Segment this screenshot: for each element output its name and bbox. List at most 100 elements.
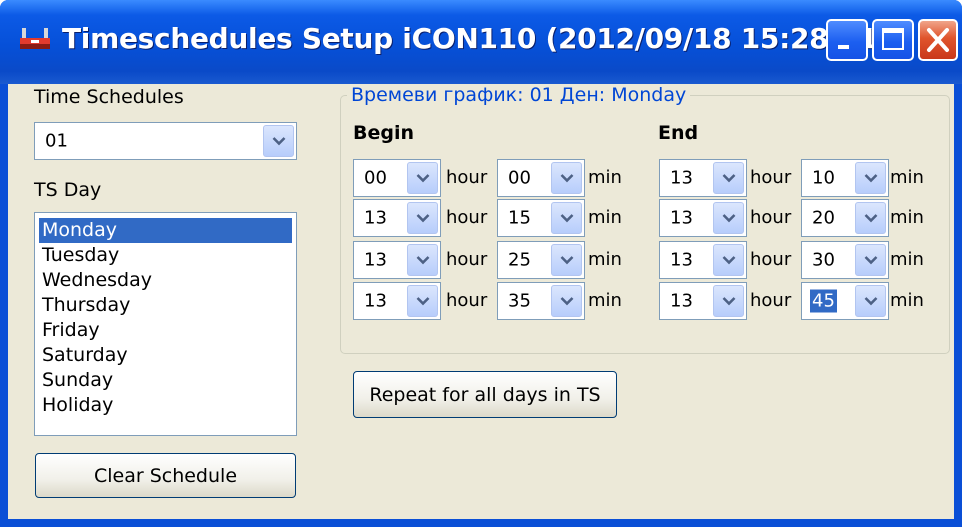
chevron-down-icon [560, 174, 573, 183]
schedule-group-title: Времеви график: 01 Ден: Monday [347, 84, 691, 106]
row2-end-min-dropdown-button[interactable] [855, 202, 886, 234]
row1-begin-min-unit-label: min [588, 167, 622, 188]
row3-begin-min-value: 25 [508, 249, 531, 271]
chevron-down-icon [416, 214, 429, 223]
title-bar[interactable]: Timeschedules Setup iCON110 (2012/09/18 … [0, 0, 962, 84]
row3-begin-min-unit-label: min [588, 249, 622, 270]
row4-begin-min-dropdown-button[interactable] [551, 285, 582, 317]
close-icon [927, 28, 949, 52]
chevron-down-icon [864, 174, 877, 183]
begin-heading: Begin [353, 122, 415, 144]
row3-end-hour-value: 13 [670, 249, 693, 271]
row4-end-min-select[interactable]: 45 [801, 282, 889, 320]
window-title: Timeschedules Setup iCON110 (2012/09/18 … [62, 22, 891, 55]
row2-begin-hour-dropdown-button[interactable] [407, 202, 438, 234]
row4-begin-hour-value: 13 [364, 290, 387, 312]
row4-begin-hour-dropdown-button[interactable] [407, 285, 438, 317]
maximize-icon [882, 28, 904, 50]
chevron-down-icon [722, 214, 735, 223]
chevron-down-icon [722, 256, 735, 265]
row3-begin-min-select[interactable]: 25 [497, 241, 585, 279]
minimize-button[interactable] [826, 19, 868, 61]
ts-day-label: TS Day [34, 179, 102, 201]
close-button[interactable] [918, 19, 958, 61]
chevron-down-icon [864, 297, 877, 306]
row1-end-hour-dropdown-button[interactable] [713, 162, 744, 194]
day-item-saturday[interactable]: Saturday [39, 343, 292, 368]
row2-end-min-unit-label: min [890, 207, 924, 228]
row3-begin-hour-value: 13 [364, 249, 387, 271]
time-schedules-label: Time Schedules [34, 86, 184, 108]
row4-begin-min-unit-label: min [588, 290, 622, 311]
row3-end-hour-dropdown-button[interactable] [713, 244, 744, 276]
row3-begin-hour-select[interactable]: 13 [353, 241, 441, 279]
chevron-down-icon [416, 174, 429, 183]
row4-begin-min-value: 35 [508, 290, 531, 312]
row2-end-min-value: 20 [812, 207, 835, 229]
row1-begin-hour-select[interactable]: 00 [353, 159, 441, 197]
end-heading: End [658, 122, 699, 144]
row3-end-hour-select[interactable]: 13 [659, 241, 747, 279]
minimize-icon [838, 45, 849, 49]
row4-end-hour-value: 13 [670, 290, 693, 312]
row1-end-min-dropdown-button[interactable] [855, 162, 886, 194]
row2-end-hour-value: 13 [670, 207, 693, 229]
chevron-down-icon [416, 297, 429, 306]
row3-end-min-value: 30 [812, 249, 835, 271]
day-item-wednesday[interactable]: Wednesday [39, 268, 292, 293]
row2-end-min-select[interactable]: 20 [801, 199, 889, 237]
row3-begin-hour-dropdown-button[interactable] [407, 244, 438, 276]
row4-end-hour-select[interactable]: 13 [659, 282, 747, 320]
row1-begin-min-dropdown-button[interactable] [551, 162, 582, 194]
chevron-down-icon [864, 214, 877, 223]
row4-begin-hour-select[interactable]: 13 [353, 282, 441, 320]
time-schedule-dropdown-button[interactable] [263, 125, 294, 157]
chevron-down-icon [864, 256, 877, 265]
row4-end-hour-dropdown-button[interactable] [713, 285, 744, 317]
row1-end-hour-unit-label: hour [750, 167, 792, 188]
row4-end-min-dropdown-button[interactable] [855, 285, 886, 317]
maximize-button[interactable] [872, 19, 914, 61]
clear-schedule-button[interactable]: Clear Schedule [35, 453, 296, 498]
row4-begin-min-select[interactable]: 35 [497, 282, 585, 320]
row4-end-hour-unit-label: hour [750, 290, 792, 311]
row4-end-min-unit-label: min [890, 290, 924, 311]
chevron-down-icon [722, 297, 735, 306]
day-item-holiday[interactable]: Holiday [39, 393, 292, 418]
day-item-monday[interactable]: Monday [39, 218, 292, 243]
row2-end-hour-unit-label: hour [750, 207, 792, 228]
row3-begin-min-dropdown-button[interactable] [551, 244, 582, 276]
row2-begin-min-unit-label: min [588, 207, 622, 228]
client-area: Time Schedules 01 TS Day Monday Tuesday … [8, 84, 954, 519]
row2-begin-min-dropdown-button[interactable] [551, 202, 582, 234]
day-item-thursday[interactable]: Thursday [39, 293, 292, 318]
row2-end-hour-select[interactable]: 13 [659, 199, 747, 237]
time-schedule-value: 01 [45, 130, 68, 152]
day-item-friday[interactable]: Friday [39, 318, 292, 343]
row2-begin-min-select[interactable]: 15 [497, 199, 585, 237]
time-schedule-select[interactable]: 01 [34, 122, 297, 160]
ts-day-list[interactable]: Monday Tuesday Wednesday Thursday Friday… [34, 212, 297, 436]
row1-end-min-value: 10 [812, 167, 835, 189]
chevron-down-icon [560, 256, 573, 265]
row1-begin-hour-dropdown-button[interactable] [407, 162, 438, 194]
row1-end-min-unit-label: min [890, 167, 924, 188]
row3-end-min-dropdown-button[interactable] [855, 244, 886, 276]
row3-begin-hour-unit-label: hour [446, 249, 488, 270]
row2-end-hour-dropdown-button[interactable] [713, 202, 744, 234]
day-item-tuesday[interactable]: Tuesday [39, 243, 292, 268]
row2-begin-hour-value: 13 [364, 207, 387, 229]
row1-begin-min-select[interactable]: 00 [497, 159, 585, 197]
chevron-down-icon [416, 256, 429, 265]
row1-end-hour-select[interactable]: 13 [659, 159, 747, 197]
row2-begin-hour-select[interactable]: 13 [353, 199, 441, 237]
row2-begin-min-value: 15 [508, 207, 531, 229]
row3-end-min-select[interactable]: 30 [801, 241, 889, 279]
row1-end-min-select[interactable]: 10 [801, 159, 889, 197]
chevron-down-icon [560, 214, 573, 223]
chevron-down-icon [560, 297, 573, 306]
row1-end-hour-value: 13 [670, 167, 693, 189]
repeat-all-days-button[interactable]: Repeat for all days in TS [353, 371, 617, 418]
chevron-down-icon [272, 137, 285, 146]
day-item-sunday[interactable]: Sunday [39, 368, 292, 393]
